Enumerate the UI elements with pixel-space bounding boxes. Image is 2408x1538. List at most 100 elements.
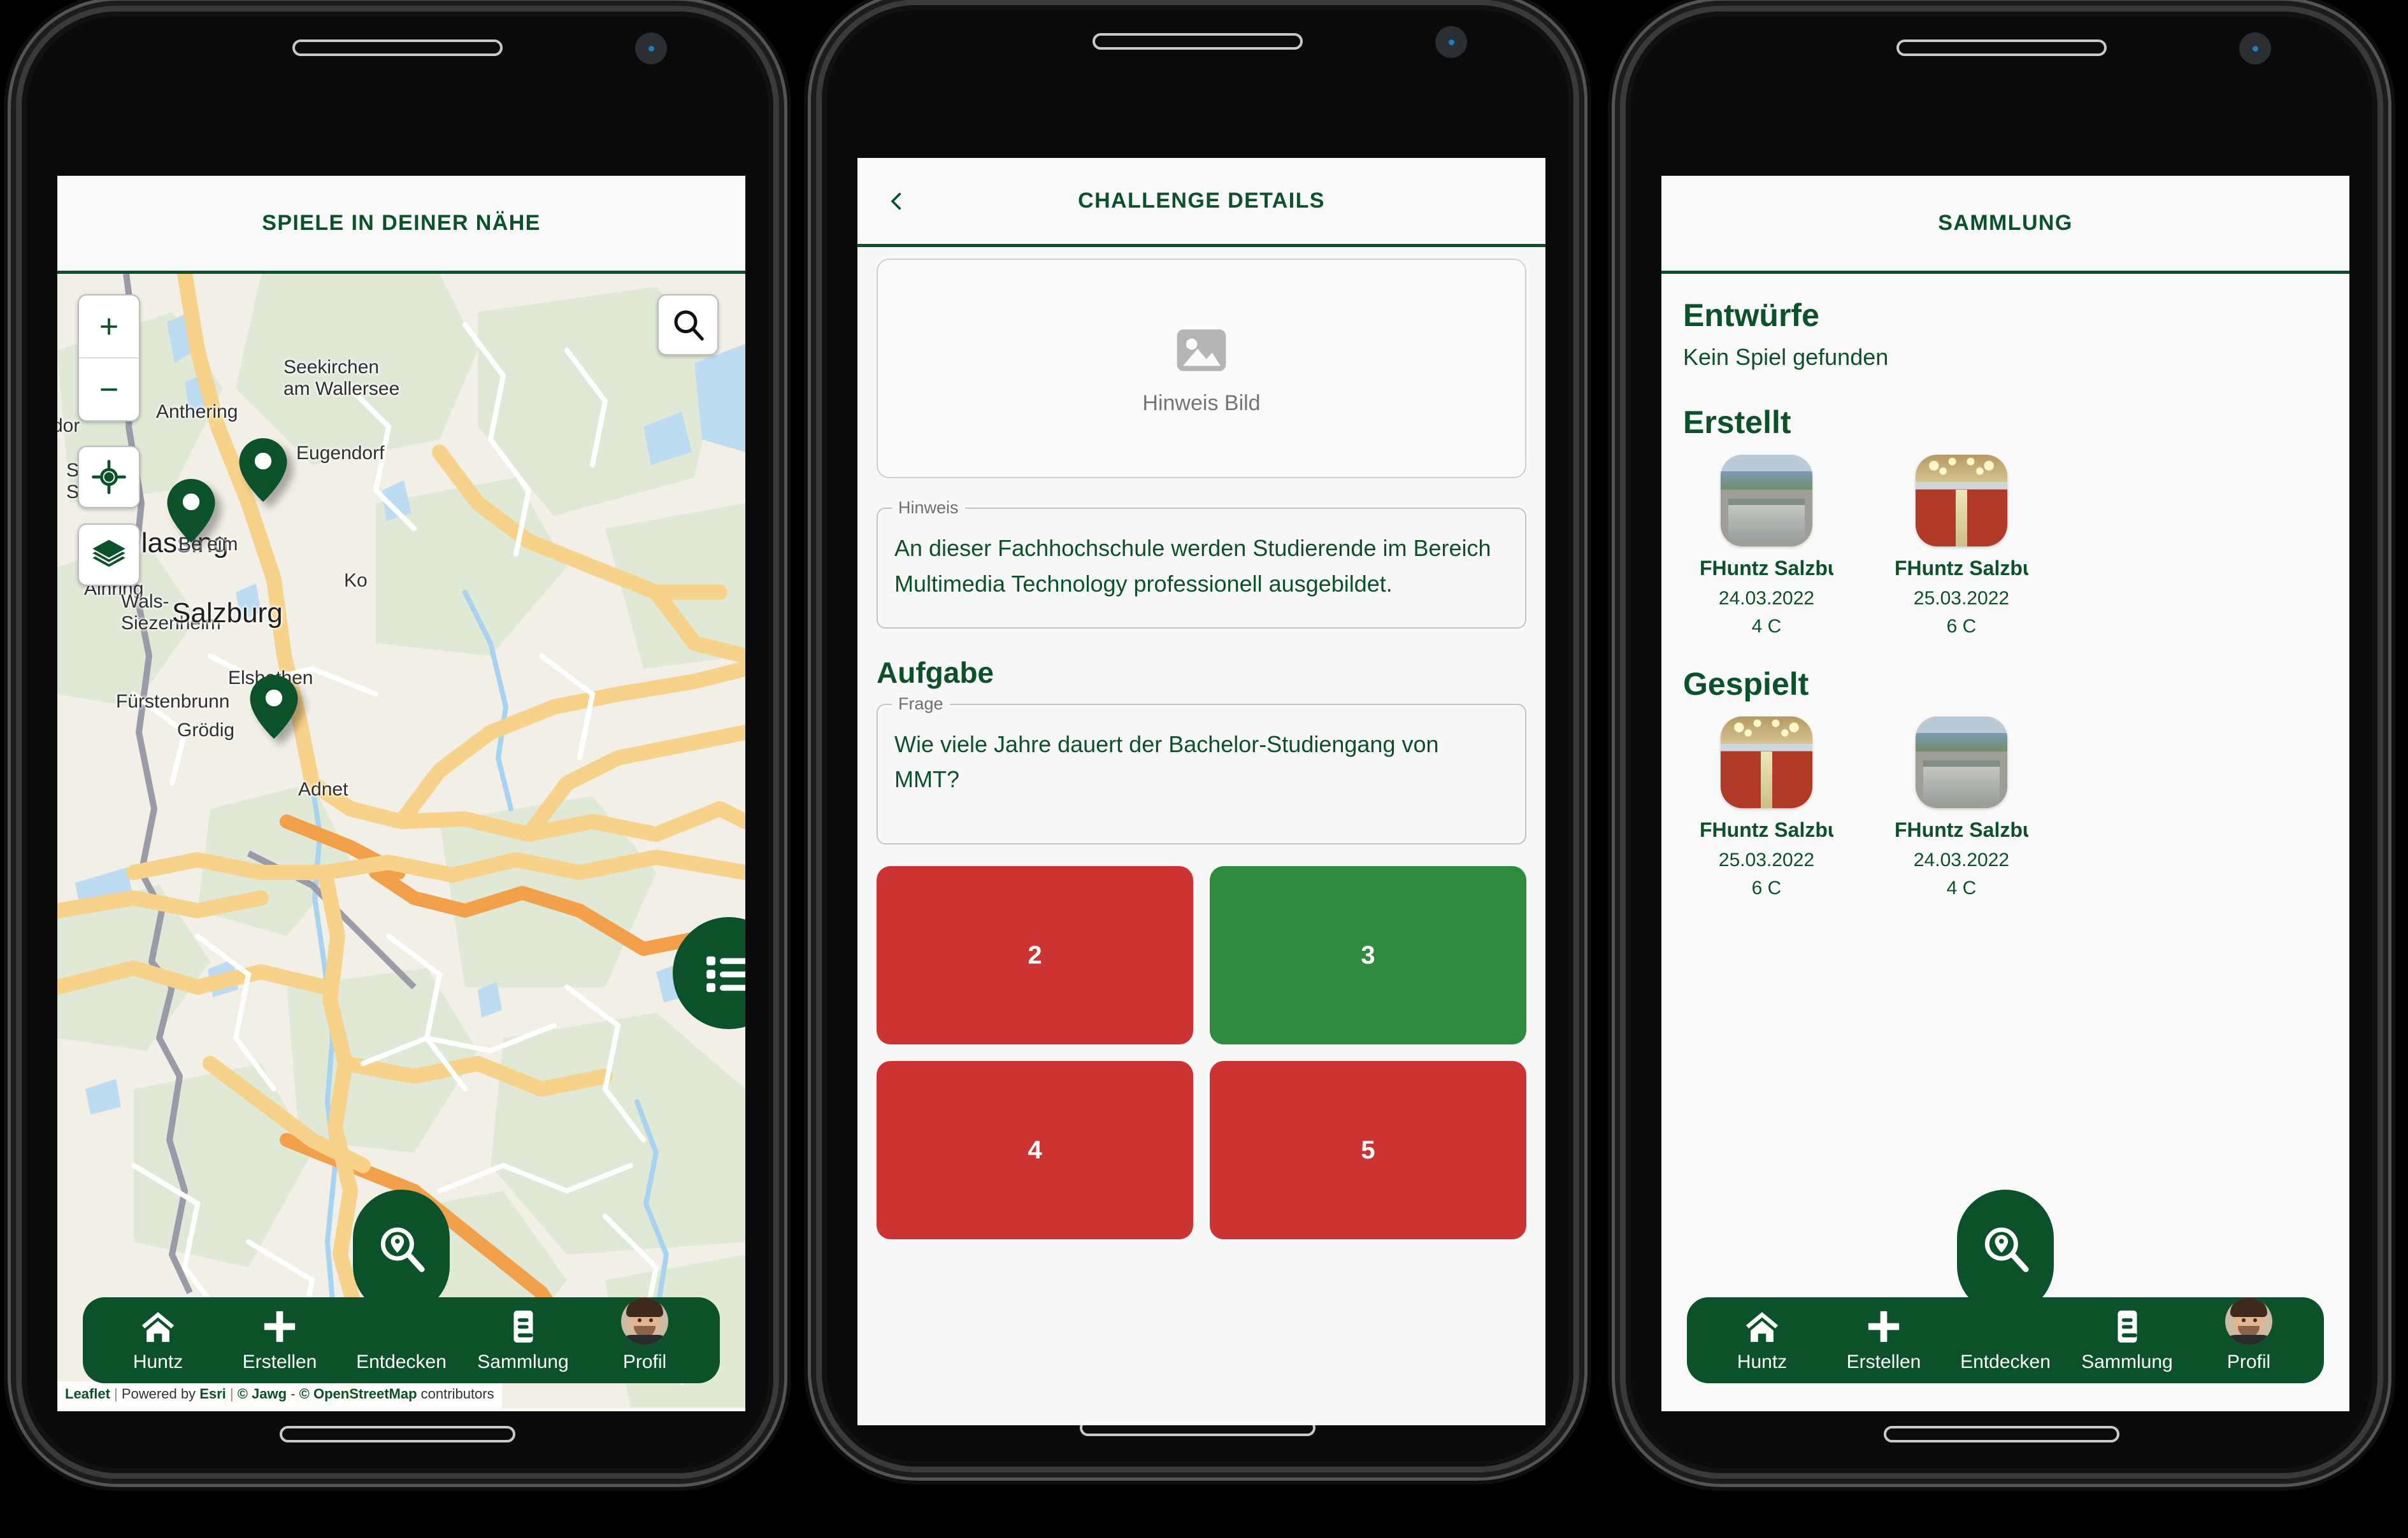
game-thumbnail (1916, 455, 2007, 546)
book-icon (505, 1302, 541, 1345)
frage-value: Wie viele Jahre dauert der Bachelor-Stud… (894, 730, 1439, 793)
nav-label: Profil (622, 1351, 667, 1372)
answer-option[interactable]: 5 (1210, 1061, 1526, 1240)
map-attribution: Leaflet | Powered by Esri | © Jawg - © O… (57, 1381, 502, 1408)
plus-icon (261, 1302, 298, 1345)
layers-icon (92, 539, 125, 567)
earpiece-speaker (1896, 39, 2107, 56)
app-bar-challenge: CHALLENGE DETAILS (857, 158, 1545, 247)
answer-option[interactable]: 2 (877, 866, 1193, 1045)
hint-image-caption: Hinweis Bild (1142, 391, 1261, 415)
search-pin-icon (380, 1227, 425, 1272)
game-thumbnail (1721, 716, 1812, 808)
plus-icon (1865, 1302, 1902, 1345)
nav-item-sammlung[interactable]: Sammlung (469, 1302, 577, 1373)
nav-label: Erstellen (1846, 1351, 1921, 1372)
attrib-esri[interactable]: Esri (199, 1386, 226, 1402)
nav-label: Huntz (133, 1351, 183, 1372)
answer-option[interactable]: 3 (1210, 866, 1526, 1045)
collection-card[interactable]: FHuntz Salzbu 24.03.2022 4 C (1700, 455, 1833, 637)
game-thumbnail (1721, 455, 1812, 546)
answer-option[interactable]: 4 (877, 1061, 1193, 1240)
home-indicator (280, 1426, 515, 1442)
game-thumbnail (1916, 716, 2007, 808)
collection-card[interactable]: FHuntz Salzbu 25.03.2022 6 C (1700, 716, 1833, 899)
map-pin[interactable] (250, 675, 298, 739)
nav-label: Sammlung (477, 1351, 569, 1372)
attrib-jawg[interactable]: © Jawg (238, 1386, 287, 1402)
nav-item-huntz[interactable]: Huntz (104, 1302, 211, 1373)
game-title: FHuntz Salzbu (1895, 557, 2028, 580)
phone-mockup-challenge: CHALLENGE DETAILS Hinweis Bild Hinweis A… (822, 5, 1573, 1467)
nav-item-entdecken[interactable]: Entdecken (1952, 1190, 2059, 1373)
game-date: 25.03.2022 (1913, 588, 2010, 609)
front-camera-icon (2239, 32, 2271, 64)
collection-card[interactable]: FHuntz Salzbu 25.03.2022 6 C (1895, 455, 2028, 637)
game-count: 6 C (1946, 616, 1977, 637)
avatar (2225, 1298, 2272, 1345)
answer-grid: 2 3 4 5 (877, 866, 1526, 1240)
phone-mockup-collection: SAMMLUNG Entwürfe Kein Spiel gefunden Er… (1626, 11, 2377, 1473)
front-camera-icon (1435, 26, 1467, 58)
collection-card[interactable]: FHuntz Salzbu 24.03.2022 4 C (1895, 716, 2028, 899)
hint-image-placeholder[interactable]: Hinweis Bild (877, 259, 1526, 478)
discover-fab[interactable] (353, 1190, 450, 1314)
zoom-out-button[interactable]: − (79, 359, 139, 420)
section-heading-gespielt: Gespielt (1683, 666, 1809, 702)
attrib-leaflet[interactable]: Leaflet (65, 1386, 110, 1402)
hinweis-value: An dieser Fachhochschule werden Studiere… (894, 535, 1491, 597)
map-pin[interactable] (239, 438, 287, 502)
nav-item-sammlung[interactable]: Sammlung (2074, 1302, 2181, 1373)
nav-label: Huntz (1737, 1351, 1788, 1372)
zoom-in-button[interactable]: + (79, 295, 139, 359)
section-heading-entwuerfe: Entwürfe (1683, 297, 1819, 333)
front-camera-icon (635, 32, 667, 64)
collection-grid-gespielt: FHuntz Salzbu 25.03.2022 6 C FHuntz Salz… (1683, 716, 2328, 899)
avatar (621, 1298, 668, 1345)
discover-fab[interactable] (1957, 1190, 2054, 1314)
home-icon (1744, 1302, 1781, 1345)
nav-label: Erstellen (242, 1351, 317, 1372)
app-bar-map: SPIELE IN DEINER NÄHE (57, 176, 745, 274)
map-search-button[interactable] (657, 294, 719, 355)
app-bar-collection: SAMMLUNG (1661, 176, 2349, 274)
nav-label: Sammlung (2081, 1351, 2173, 1372)
game-date: 24.03.2022 (1913, 850, 2010, 871)
map-zoom-control[interactable]: + − (78, 294, 140, 422)
image-icon (1177, 329, 1226, 371)
book-icon (2109, 1302, 2146, 1345)
bottom-nav-bar: Huntz Erstellen Entdecken Sammlung Profi… (83, 1190, 720, 1383)
nav-item-erstellen[interactable]: Erstellen (1830, 1302, 1937, 1373)
nav-item-erstellen[interactable]: Erstellen (226, 1302, 333, 1373)
phone-mockup-map: SPIELE IN DEINER NÄHE Seekirchen am Wall… (22, 11, 773, 1473)
hinweis-field: Hinweis An dieser Fachhochschule werden … (877, 498, 1526, 629)
frage-field: Frage Wie viele Jahre dauert der Bachelo… (877, 694, 1526, 845)
empty-state-entwuerfe: Kein Spiel gefunden (1683, 344, 1889, 370)
earpiece-speaker (1093, 33, 1303, 50)
nav-item-profil[interactable]: Profil (2195, 1298, 2302, 1373)
game-title: FHuntz Salzbu (1700, 557, 1833, 580)
attrib-powered: Powered by (121, 1386, 196, 1402)
screen-map: SPIELE IN DEINER NÄHE Seekirchen am Wall… (57, 176, 745, 1411)
nav-label: Entdecken (1960, 1351, 2051, 1372)
list-icon (706, 956, 745, 992)
map-layers-button[interactable] (78, 523, 140, 586)
nav-item-profil[interactable]: Profil (591, 1298, 698, 1373)
nav-item-entdecken[interactable]: Entdecken (348, 1190, 455, 1373)
nav-label: Profil (2226, 1351, 2271, 1372)
locate-me-button[interactable] (78, 446, 140, 508)
game-count: 4 C (1751, 616, 1782, 637)
map-pin[interactable] (167, 479, 215, 543)
avatar-icon (621, 1298, 668, 1345)
game-title: FHuntz Salzbu (1895, 818, 2028, 841)
back-button[interactable] (883, 187, 911, 215)
search-icon (674, 310, 704, 341)
hinweis-legend: Hinweis (892, 498, 965, 518)
screen-collection: SAMMLUNG Entwürfe Kein Spiel gefunden Er… (1661, 176, 2349, 1411)
attrib-contributors: contributors (420, 1386, 494, 1402)
attrib-osm[interactable]: © OpenStreetMap (299, 1386, 417, 1402)
game-date: 25.03.2022 (1718, 850, 1815, 871)
home-indicator (1884, 1426, 2119, 1442)
nav-item-huntz[interactable]: Huntz (1709, 1302, 1816, 1373)
locate-icon (92, 460, 126, 494)
